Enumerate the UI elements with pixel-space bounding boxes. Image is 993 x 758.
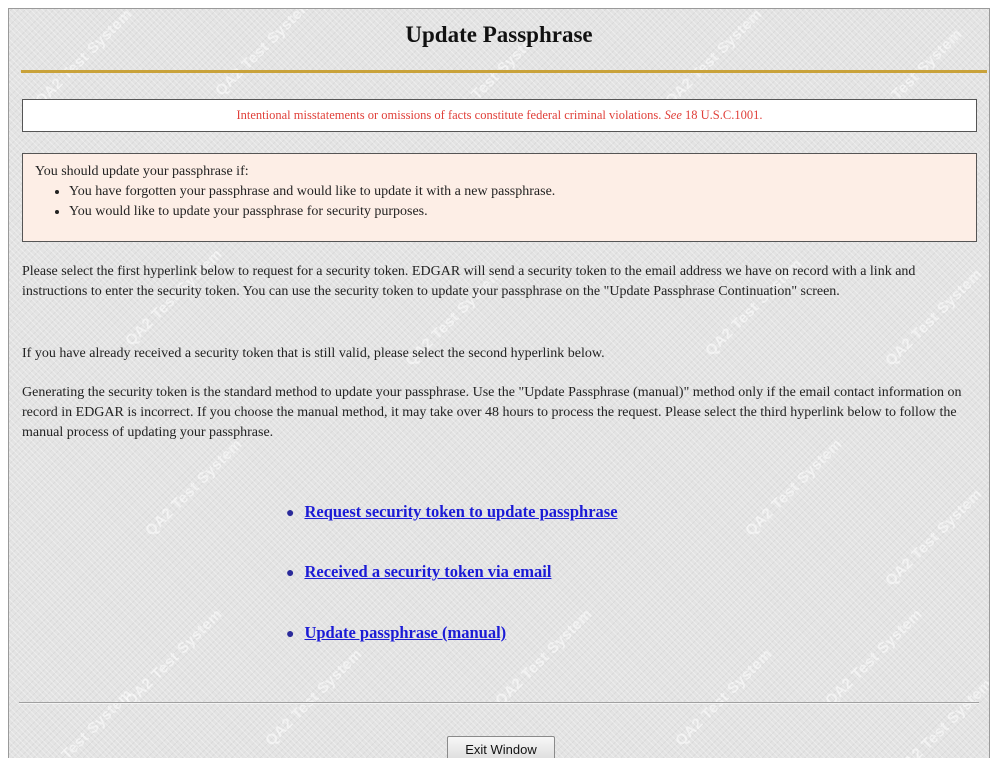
watermark: QA2 Test System [491, 605, 596, 710]
watermark: QA2 Test System [821, 605, 926, 710]
page-frame: QA2 Test System QA2 Test System QA2 Test… [8, 8, 990, 758]
warning-text: Intentional misstatements or omissions o… [236, 108, 665, 122]
request-token-link[interactable]: Request security token to update passphr… [304, 502, 617, 521]
link-item: ● Request security token to update passph… [286, 502, 618, 522]
watermark: QA2 Test System [671, 645, 776, 750]
title-divider [21, 70, 987, 73]
watermark: QA2 Test System [261, 645, 366, 750]
received-token-link[interactable]: Received a security token via email [304, 562, 551, 581]
page-title: Update Passphrase [405, 22, 593, 47]
watermark: QA2 Test System [31, 685, 136, 758]
update-reasons-intro: You should update your passphrase if: [35, 164, 249, 179]
instructions-paragraph-1: Please select the first hyperlink below … [22, 264, 916, 299]
link-item: ● Update passphrase (manual) [286, 623, 506, 643]
exit-window-button[interactable]: Exit Window [447, 736, 555, 758]
watermark: QA2 Test System [141, 435, 246, 540]
bullet-icon: ● [286, 566, 295, 581]
update-reasons-box: You should update your passphrase if: Yo… [22, 153, 977, 242]
instructions-paragraph-2: If you have already received a security … [22, 346, 605, 361]
criminal-violation-warning: Intentional misstatements or omissions o… [22, 99, 977, 132]
list-item: You have forgotten your passphrase and w… [69, 183, 964, 201]
bullet-icon: ● [286, 506, 295, 521]
update-reasons-list: You have forgotten your passphrase and w… [35, 183, 964, 221]
instructions-paragraph-3: Generating the security token is the sta… [22, 385, 962, 440]
watermark: QA2 Test System [891, 675, 989, 758]
footer-divider [19, 702, 979, 704]
bullet-icon: ● [286, 627, 295, 642]
watermark: QA2 Test System [741, 435, 846, 540]
list-item: You would like to update your passphrase… [69, 203, 964, 221]
warning-see: See [664, 108, 682, 122]
warning-citation: 18 U.S.C.1001. [681, 108, 763, 122]
watermark: QA2 Test System [881, 485, 986, 590]
manual-update-link[interactable]: Update passphrase (manual) [304, 623, 506, 642]
watermark: QA2 Test System [121, 605, 226, 710]
link-item: ● Received a security token via email [286, 562, 551, 582]
